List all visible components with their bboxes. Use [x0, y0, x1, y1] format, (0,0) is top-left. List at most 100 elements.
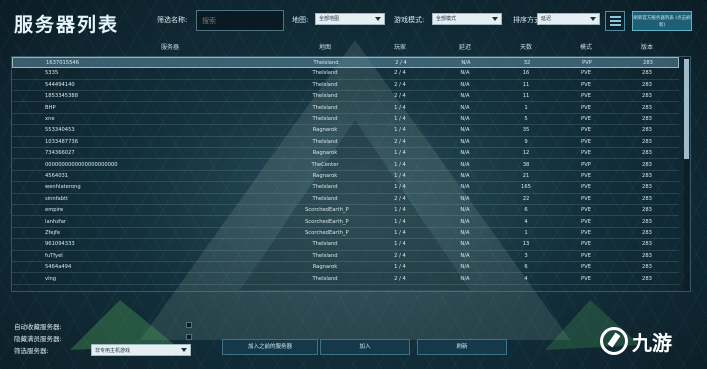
watermark: 九游	[600, 318, 700, 364]
scrollbar[interactable]	[684, 57, 689, 291]
cell-map: TheIsland	[312, 70, 338, 77]
hide-full-checkbox[interactable]	[186, 334, 192, 340]
table-row[interactable]: 5335 TheIsland 2 / 4 N/A 16 PVE 283	[12, 68, 679, 80]
cell-server: 0000000000000000000000	[45, 161, 118, 168]
join-button[interactable]: 加入	[320, 339, 410, 355]
refresh-button[interactable]: 刷新	[417, 339, 507, 355]
table-row[interactable]: sinnfabtt TheIsland 2 / 4 N/A 22 PVE 283	[12, 194, 679, 206]
mode-select[interactable]: 全部模式	[432, 13, 502, 25]
cell-mode: PVE	[581, 241, 591, 248]
cell-players: 1 / 4	[394, 104, 406, 111]
cell-ping: N/A	[460, 230, 470, 236]
cell-days: 22	[522, 195, 530, 202]
table-row[interactable]: 1637015546 TheIsland 2 / 4 N/A 32 PVP 283	[12, 57, 679, 69]
table-row[interactable]: 734366027 Ragnarok 1 / 4 N/A 12 PVE 283	[12, 148, 679, 160]
cell-players: 1 / 4	[394, 230, 406, 236]
cell-mode: PVE	[581, 264, 591, 271]
table-row[interactable]: Zfejfe ScorchedEarth_P 1 / 4 N/A 1 PVE 283	[12, 228, 679, 240]
table-row[interactable]: 961094333 TheIsland 1 / 4 N/A 13 PVE 283	[12, 239, 679, 251]
auto-fav-label: 自动收藏服务器:	[14, 323, 62, 331]
cell-ping: N/A	[460, 138, 470, 145]
cell-version: 283	[642, 252, 652, 259]
cell-map: TheCenter	[311, 161, 339, 168]
refresh-official-button[interactable]: 刷新官方服务器列表 (点击刷新)	[632, 11, 692, 31]
cell-ping: N/A	[460, 150, 470, 157]
server-filter-select[interactable]: 非专用主机游戏	[91, 344, 191, 356]
table-row[interactable]: wenhlaterong TheIsland 1 / 4 N/A 165 PVE 283	[12, 182, 679, 194]
cell-ping: N/A	[460, 241, 470, 248]
cell-ping: N/A	[460, 173, 470, 179]
table-row[interactable]: xne TheIsland 1 / 4 N/A 5 PVE 283	[12, 114, 679, 126]
cell-version: 283	[642, 230, 652, 236]
cell-days: 11	[522, 81, 530, 88]
cell-server: empire	[45, 207, 64, 214]
table-row[interactable]: fuTfyel TheIsland 2 / 4 N/A 3 PVE 283	[12, 251, 679, 263]
cell-days: 4	[524, 275, 528, 282]
table-row[interactable]: 1033487736 TheIsland 2 / 4 N/A 9 PVE 283	[12, 137, 679, 149]
cell-mode: PVP	[581, 161, 591, 168]
cell-players: 1 / 4	[394, 218, 406, 225]
auto-fav-checkbox[interactable]	[186, 322, 192, 328]
scrollbar-thumb[interactable]	[684, 59, 689, 159]
cell-map: ScorchedEarth_P	[305, 207, 349, 214]
nine-game-logo-icon	[600, 327, 628, 355]
cell-server: 4564031	[45, 173, 69, 179]
col-header-ping[interactable]: 延迟	[445, 42, 485, 51]
table-row[interactable]: 553340453 Ragnarok 1 / 4 N/A 35 PVE 283	[12, 125, 679, 137]
join-last-button[interactable]: 加入之前的服务器	[222, 339, 318, 355]
table-row[interactable]: 1853345388 TheIsland 2 / 4 N/A 11 PVE 283	[12, 91, 679, 103]
cell-server: 961094333	[45, 241, 75, 248]
page-title: 服务器列表	[14, 14, 120, 36]
col-header-days[interactable]: 天数	[506, 42, 546, 51]
cell-mode: PVE	[581, 195, 591, 202]
sort-select[interactable]: 延迟	[537, 13, 600, 25]
list-view-icon[interactable]	[605, 11, 625, 31]
chevron-down-icon	[590, 17, 596, 21]
map-select[interactable]: 全部地图	[315, 13, 385, 25]
cell-days: 32	[523, 60, 531, 66]
cell-players: 2 / 4	[394, 81, 406, 88]
table-row[interactable]: 544494140 TheIsland 2 / 4 N/A 11 PVE 283	[12, 80, 679, 92]
col-header-players[interactable]: 玩家	[380, 42, 420, 51]
table-row[interactable]: lanhzfar ScorchedEarth_P 1 / 4 N/A 4 PVE 283	[12, 217, 679, 228]
cell-server: wenhlaterong	[45, 184, 81, 191]
cell-days: 3	[524, 252, 528, 259]
cell-server: ving	[45, 275, 57, 282]
cell-map: TheIsland	[313, 60, 339, 66]
cell-server: lanhzfar	[45, 218, 67, 225]
chevron-down-icon	[492, 17, 498, 21]
cell-map: Ragnarok	[312, 173, 338, 179]
cell-ping: N/A	[460, 184, 470, 191]
table-row[interactable]: ving TheIsland 2 / 4 N/A 4 PVE 283	[12, 274, 679, 285]
cell-version: 283	[642, 173, 652, 179]
col-header-mode[interactable]: 模式	[566, 42, 606, 51]
cell-ping: N/A	[460, 195, 470, 202]
table-row[interactable]: BHP TheIsland 1 / 4 N/A 1 PVE 283	[12, 103, 679, 114]
cell-map: TheIsland	[312, 252, 338, 259]
chevron-down-icon	[181, 348, 187, 352]
col-header-map[interactable]: 地图	[305, 42, 345, 51]
col-header-version[interactable]: 版本	[627, 42, 667, 51]
table-row[interactable]: 4564031 Ragnarok 1 / 4 N/A 21 PVE 283	[12, 171, 679, 183]
cell-server: xne	[45, 116, 55, 122]
cell-mode: PVP	[582, 60, 592, 66]
table-row[interactable]: 5464a494 Ragnarok 1 / 4 N/A 6 PVE 283	[12, 262, 679, 274]
cell-days: 35	[522, 127, 530, 134]
cell-players: 1 / 4	[394, 116, 406, 122]
search-input[interactable]	[196, 10, 284, 31]
cell-server: 734366027	[45, 150, 75, 157]
cell-players: 1 / 4	[394, 161, 406, 168]
cell-days: 12	[522, 150, 530, 157]
cell-server: 5335	[45, 70, 59, 77]
cell-mode: PVE	[581, 275, 591, 282]
cell-map: TheIsland	[312, 195, 338, 202]
table-row[interactable]: empire ScorchedEarth_P 1 / 4 N/A 6 PVE 283	[12, 205, 679, 217]
cell-map: Ragnarok	[312, 264, 338, 271]
cell-map: TheIsland	[312, 81, 338, 88]
cell-days: 165	[521, 184, 531, 191]
cell-mode: PVE	[581, 138, 591, 145]
cell-server: 1033487736	[45, 138, 79, 145]
table-row[interactable]: 0000000000000000000000 TheCenter 1 / 4 N/A 3…	[12, 160, 679, 171]
col-header-server[interactable]: 服务器	[140, 42, 200, 51]
cell-version: 283	[642, 150, 652, 157]
